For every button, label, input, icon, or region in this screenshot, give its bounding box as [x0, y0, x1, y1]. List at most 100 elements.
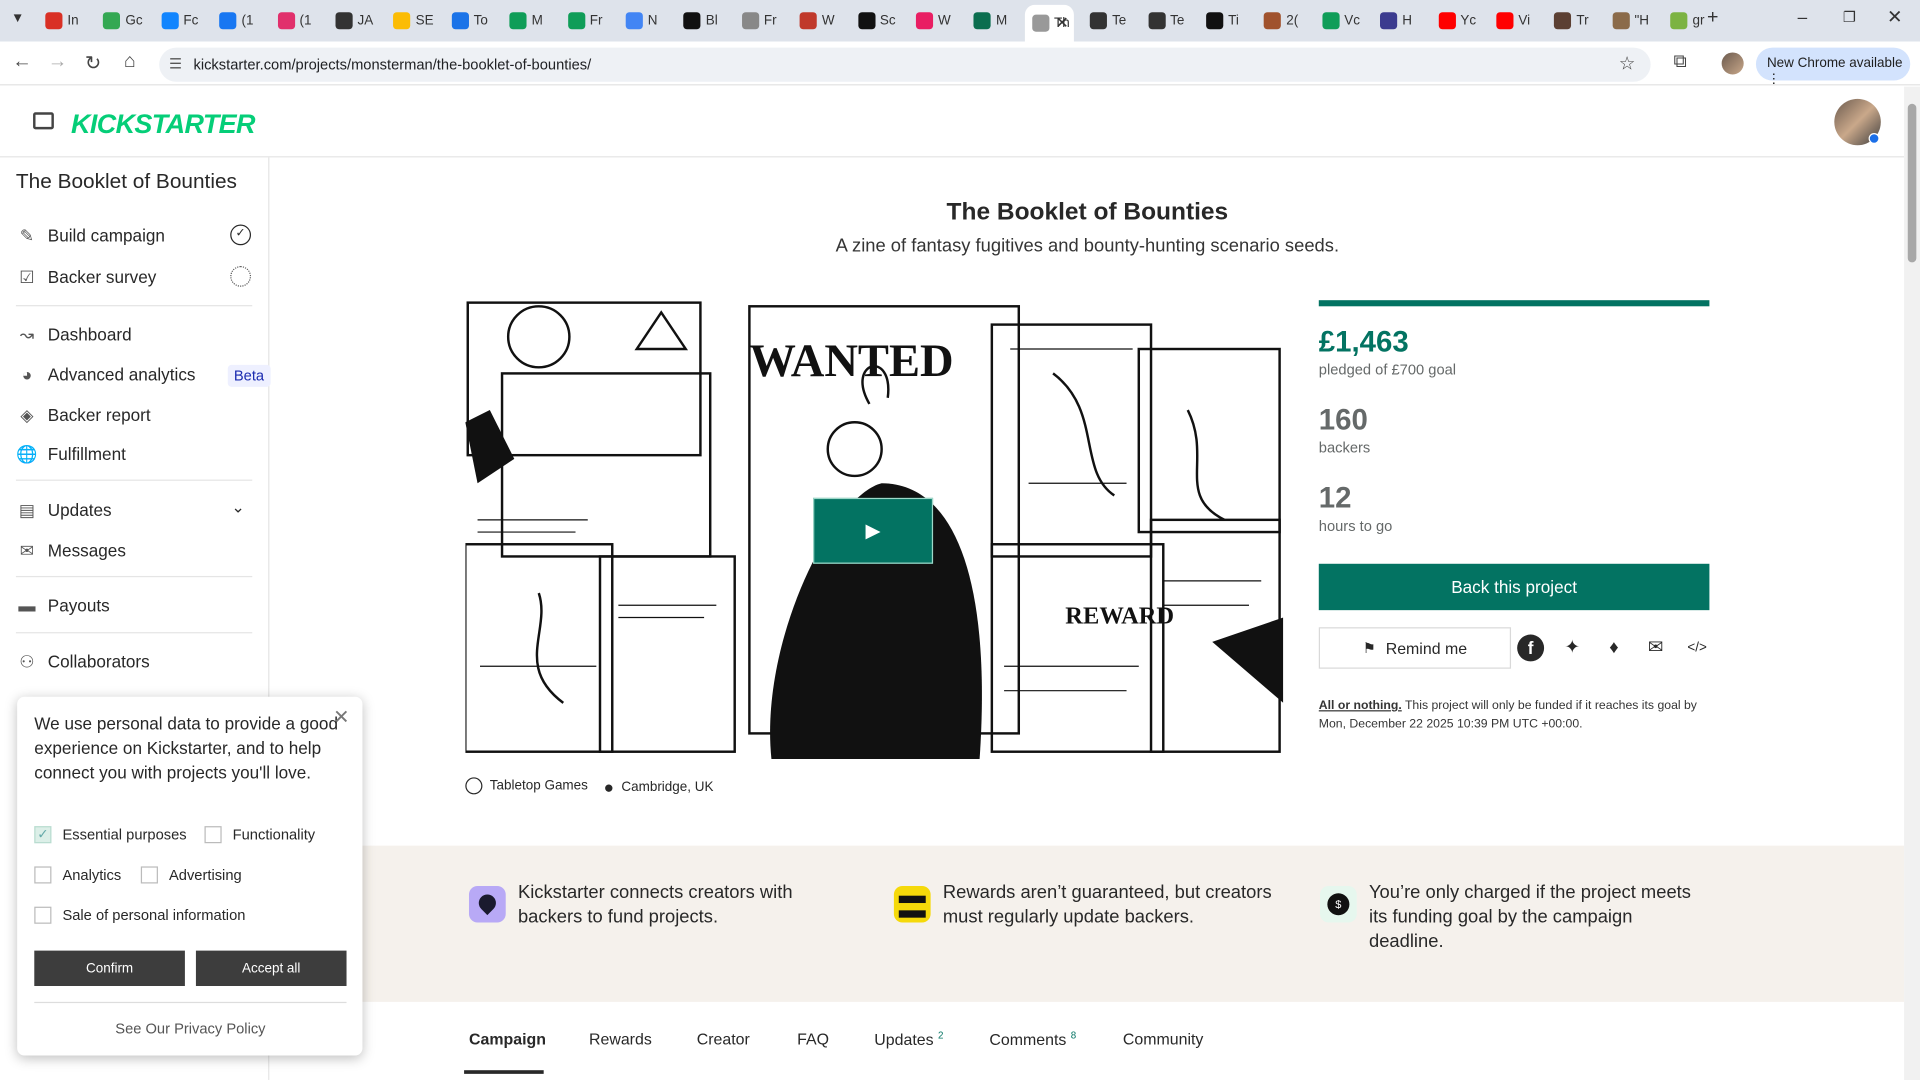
- category-link[interactable]: Tabletop Games: [465, 777, 588, 795]
- browser-tab[interactable]: Tr: [1547, 6, 1601, 35]
- browser-tab[interactable]: Ti: [1199, 6, 1253, 35]
- browser-tab[interactable]: Fc: [154, 6, 208, 35]
- forward-arrow-icon[interactable]: →: [45, 51, 69, 73]
- reload-icon[interactable]: ↻: [81, 51, 105, 75]
- tab-title: W: [937, 13, 951, 29]
- tab-search-button[interactable]: ▼: [11, 11, 24, 26]
- bluesky-icon[interactable]: ♦: [1600, 635, 1627, 662]
- profile-avatar[interactable]: [1721, 52, 1744, 75]
- project-subtitle: A zine of fantasy fugitives and bounty-h…: [835, 235, 1340, 257]
- sidebar-item-backer-report[interactable]: ◈ Backer report: [16, 398, 252, 432]
- browser-tab[interactable]: Fr: [560, 6, 614, 35]
- tab-rewards[interactable]: Rewards: [589, 1030, 652, 1048]
- sidebar-item-payouts[interactable]: ▬ Payouts: [16, 588, 252, 622]
- confirm-button[interactable]: Confirm: [34, 950, 185, 987]
- browser-tab[interactable]: H: [1373, 6, 1427, 35]
- close-tab-icon[interactable]: ✕: [1055, 13, 1068, 33]
- new-chrome-available-button[interactable]: New Chrome available ⋮: [1755, 47, 1911, 87]
- page-scrollbar[interactable]: [1904, 86, 1920, 1080]
- sidebar-item-backer-survey[interactable]: ☑ Backer survey: [16, 260, 252, 294]
- check-circle-icon: ✓: [230, 224, 252, 246]
- restore-button[interactable]: ❐: [1843, 9, 1856, 26]
- close-window-button[interactable]: ✕: [1887, 6, 1902, 28]
- minimize-button[interactable]: –: [1798, 7, 1808, 27]
- sidebar-toggle-icon[interactable]: [33, 112, 54, 130]
- all-or-nothing-notice: All or nothing. This project will only b…: [1319, 697, 1711, 734]
- browser-tab[interactable]: Fr: [734, 6, 788, 35]
- browser-tab[interactable]: Bl: [676, 6, 730, 35]
- browser-tab[interactable]: N: [618, 6, 672, 35]
- browser-tab[interactable]: Th ✕: [1024, 4, 1074, 42]
- tab-comments[interactable]: Comments 8: [989, 1030, 1076, 1049]
- tab-campaign[interactable]: Campaign: [469, 1030, 546, 1048]
- tab-title: SE: [415, 13, 434, 29]
- privacy-policy-link[interactable]: See Our Privacy Policy: [34, 1020, 346, 1037]
- browser-tab[interactable]: (1: [270, 6, 324, 35]
- browser-tab[interactable]: To: [444, 6, 498, 35]
- address-bar[interactable]: ☰ kickstarter.com/projects/monsterman/th…: [159, 47, 1651, 82]
- checkbox-advertising[interactable]: Advertising: [140, 866, 242, 884]
- sidebar-item-build-campaign[interactable]: ✎ Build campaign ✓: [16, 218, 252, 252]
- cookie-text: We use personal data to provide a good e…: [34, 713, 339, 783]
- all-or-nothing-link[interactable]: All or nothing.: [1319, 699, 1402, 712]
- bookmark-star-icon[interactable]: ☆: [1619, 52, 1635, 75]
- tab-creator[interactable]: Creator: [697, 1030, 750, 1048]
- browser-tab[interactable]: 2(: [1257, 6, 1311, 35]
- people-icon: ⚇: [19, 651, 35, 672]
- browser-tab[interactable]: Te: [1141, 6, 1195, 35]
- browser-tab[interactable]: Te: [1083, 6, 1137, 35]
- checkbox-functionality[interactable]: Functionality: [204, 826, 315, 844]
- browser-tab[interactable]: "H: [1605, 6, 1659, 35]
- sidebar-item-messages[interactable]: ✉ Messages: [16, 533, 252, 567]
- sidebar-item-dashboard[interactable]: ↝ Dashboard: [16, 317, 252, 351]
- sidebar-item-collaborators[interactable]: ⚇ Collaborators: [16, 644, 252, 678]
- site-info-icon[interactable]: ☰: [169, 55, 182, 72]
- browser-tab[interactable]: Sc: [851, 6, 905, 35]
- play-button[interactable]: ▶: [813, 497, 934, 564]
- browser-tab[interactable]: W: [792, 6, 846, 35]
- tab-community[interactable]: Community: [1123, 1030, 1204, 1048]
- remind-me-button[interactable]: ⚑ Remind me: [1318, 627, 1512, 669]
- tab-title: JA: [357, 13, 374, 29]
- sidebar-item-updates[interactable]: ▤ Updates ⌄: [16, 493, 252, 527]
- home-icon[interactable]: ⌂: [118, 51, 142, 73]
- browser-tab[interactable]: Yc: [1431, 6, 1485, 35]
- sidebar-item-label: Payouts: [47, 595, 110, 616]
- tab-faq[interactable]: FAQ: [797, 1030, 829, 1048]
- checkbox-sale-of-info[interactable]: Sale of personal information: [34, 906, 245, 924]
- embed-icon[interactable]: </>: [1684, 635, 1711, 662]
- tab-favicon-icon: [915, 12, 934, 30]
- email-icon[interactable]: ✉: [1642, 635, 1669, 662]
- browser-tab[interactable]: W: [909, 6, 963, 35]
- chevron-down-icon[interactable]: ⌄: [231, 498, 244, 518]
- compass-icon: [465, 777, 483, 795]
- browser-tab[interactable]: Vc: [1315, 6, 1369, 35]
- back-arrow-icon[interactable]: ←: [10, 51, 34, 73]
- browser-tab[interactable]: Gc: [96, 6, 150, 35]
- browser-tab[interactable]: SE: [386, 6, 440, 35]
- facebook-icon[interactable]: f: [1517, 634, 1545, 662]
- sidebar-project-title: The Booklet of Bounties: [15, 169, 237, 193]
- browser-tab[interactable]: M: [967, 6, 1021, 35]
- checkbox-essential[interactable]: ✓ Essential purposes: [34, 826, 187, 844]
- browser-tab[interactable]: JA: [328, 6, 382, 35]
- accept-all-button[interactable]: Accept all: [195, 950, 347, 987]
- project-video[interactable]: WANTED REWARD ▶: [465, 300, 1284, 760]
- extensions-icon[interactable]: ⧉: [1668, 51, 1692, 72]
- location-link[interactable]: ● Cambridge, UK: [604, 777, 714, 797]
- new-tab-button[interactable]: +: [1707, 7, 1718, 29]
- browser-tab[interactable]: In: [38, 6, 92, 35]
- browser-tab[interactable]: M: [502, 6, 556, 35]
- checkbox-analytics[interactable]: Analytics: [34, 866, 121, 884]
- twitter-icon[interactable]: ✦: [1559, 635, 1586, 662]
- kickstarter-logo[interactable]: KICKSTARTER: [71, 109, 255, 141]
- tab-favicon-icon: [509, 12, 527, 30]
- browser-tab[interactable]: (1: [212, 6, 266, 35]
- sidebar-item-advanced-analytics[interactable]: ◕ Advanced analytics Beta: [16, 358, 271, 392]
- sidebar-item-fulfillment[interactable]: 🌐 Fulfillment: [16, 437, 252, 471]
- close-icon[interactable]: ✕: [333, 705, 349, 729]
- scrollbar-thumb[interactable]: [1907, 103, 1917, 263]
- tab-updates[interactable]: Updates 2: [874, 1030, 943, 1049]
- back-this-project-button[interactable]: Back this project: [1318, 563, 1710, 611]
- browser-tab[interactable]: Vi: [1489, 6, 1543, 35]
